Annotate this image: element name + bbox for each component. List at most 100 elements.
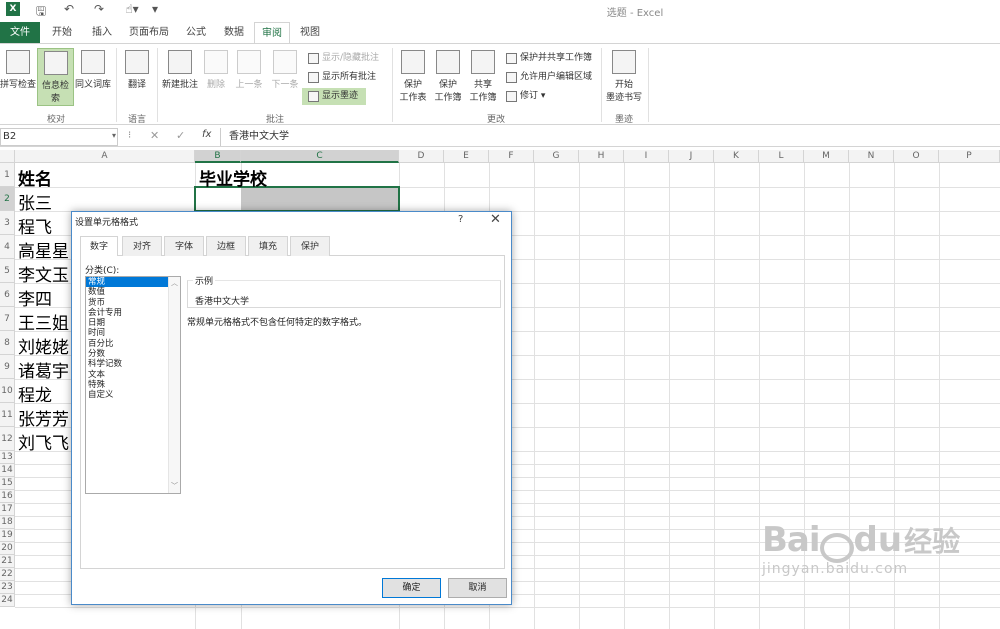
touch-mode-icon[interactable]: ☝▾ (122, 2, 142, 18)
row-header[interactable]: 5 (0, 259, 15, 283)
show-all-comments-button[interactable]: 显示所有批注 (306, 69, 388, 86)
column-header[interactable]: M (804, 150, 849, 163)
cell-a10[interactable]: 程龙 (18, 381, 52, 406)
category-item[interactable]: 分数 (86, 349, 168, 359)
row-header[interactable]: 20 (0, 542, 15, 555)
column-header[interactable]: O (894, 150, 939, 163)
column-header[interactable]: P (939, 150, 1000, 163)
name-box[interactable]: B2 (0, 128, 118, 146)
cancel-button[interactable]: 取消 (448, 578, 507, 598)
row-header[interactable]: 14 (0, 464, 15, 477)
tab-font[interactable]: 字体 (164, 236, 204, 256)
research-button[interactable]: 信息检索 (37, 48, 74, 106)
row-header[interactable]: 2 (0, 187, 15, 211)
column-header[interactable]: D (399, 150, 444, 163)
tab-formulas[interactable]: 公式 (178, 22, 214, 44)
row-header[interactable]: 11 (0, 403, 15, 427)
category-item[interactable]: 自定义 (86, 390, 168, 400)
row-header[interactable]: 23 (0, 581, 15, 594)
cell-a11[interactable]: 张芳芳 (18, 405, 69, 430)
column-header[interactable]: J (669, 150, 714, 163)
row-header[interactable]: 19 (0, 529, 15, 542)
row-header[interactable]: 24 (0, 594, 15, 607)
row-header[interactable]: 16 (0, 490, 15, 503)
category-item[interactable]: 文本 (86, 370, 168, 380)
scroll-down-icon[interactable]: ﹀ (171, 481, 178, 491)
tab-review[interactable]: 审阅 (254, 22, 290, 44)
tab-home[interactable]: 开始 (44, 22, 80, 44)
translate-button[interactable]: 翻译 (120, 48, 154, 106)
category-item[interactable]: 常规 (86, 277, 168, 288)
insert-function-icon[interactable]: fx (202, 129, 211, 140)
column-header[interactable]: F (489, 150, 534, 163)
column-header[interactable]: G (534, 150, 579, 163)
tab-number[interactable]: 数字 (80, 236, 118, 257)
column-header[interactable]: L (759, 150, 804, 163)
undo-icon[interactable]: ↶ (62, 2, 76, 18)
column-header[interactable]: N (849, 150, 894, 163)
cell-a1[interactable]: 姓名 (18, 165, 52, 190)
category-item[interactable]: 百分比 (86, 339, 168, 349)
previous-comment-button[interactable]: 上一条 (232, 48, 266, 106)
delete-comment-button[interactable]: 删除 (202, 48, 230, 106)
category-item[interactable]: 时间 (86, 328, 168, 338)
protect-workbook-button[interactable]: 保护 工作簿 (431, 48, 465, 106)
column-header[interactable]: H (579, 150, 624, 163)
row-header[interactable]: 21 (0, 555, 15, 568)
cell-b1[interactable]: 毕业学校 (199, 165, 267, 190)
cell-a7[interactable]: 王三姐 (18, 309, 69, 334)
row-header[interactable]: 10 (0, 379, 15, 403)
formula-input[interactable]: 香港中文大学 (220, 128, 1000, 146)
cell-a4[interactable]: 高星星 (18, 237, 69, 262)
protect-share-workbook-button[interactable]: 保护并共享工作簿 (504, 50, 596, 67)
tab-fill[interactable]: 填充 (248, 236, 288, 256)
tab-insert[interactable]: 插入 (84, 22, 120, 44)
tab-data[interactable]: 数据 (218, 22, 250, 44)
category-item[interactable]: 特殊 (86, 380, 168, 390)
allow-edit-ranges-button[interactable]: 允许用户编辑区域 (504, 69, 596, 86)
row-header[interactable]: 18 (0, 516, 15, 529)
cell-a12[interactable]: 刘飞飞 (18, 429, 69, 454)
customize-qat-icon[interactable]: ▾ (150, 2, 160, 18)
category-item[interactable]: 日期 (86, 318, 168, 328)
name-box-dropdown-icon[interactable]: ▾ (112, 131, 116, 140)
tab-protection[interactable]: 保护 (290, 236, 330, 256)
category-item[interactable]: 科学记数 (86, 359, 168, 369)
category-item[interactable]: 数值 (86, 287, 168, 297)
column-header[interactable]: A (15, 150, 195, 163)
cancel-icon[interactable]: ✕ (150, 129, 159, 142)
cell-a2[interactable]: 张三 (18, 189, 52, 214)
share-workbook-button[interactable]: 共享 工作簿 (466, 48, 500, 106)
cell-a8[interactable]: 刘姥姥 (18, 333, 69, 358)
ok-button[interactable]: 确定 (382, 578, 441, 598)
save-icon[interactable]: 🖫 (34, 2, 48, 18)
category-list[interactable]: 常规 数值 货币 会计专用 日期 时间 百分比 分数 科学记数 文本 特殊 自定… (85, 276, 181, 494)
enter-icon[interactable]: ✓ (176, 129, 185, 142)
close-icon[interactable]: ✕ (490, 212, 501, 227)
tab-border[interactable]: 边框 (206, 236, 246, 256)
cell-a9[interactable]: 诸葛宇 (18, 357, 69, 382)
tab-file[interactable]: 文件 (0, 22, 40, 44)
row-header[interactable]: 6 (0, 283, 15, 307)
next-comment-button[interactable]: 下一条 (268, 48, 302, 106)
cell-a6[interactable]: 李四 (18, 285, 52, 310)
show-hide-comment-button[interactable]: 显示/隐藏批注 (306, 50, 388, 67)
row-header[interactable]: 3 (0, 211, 15, 235)
row-header[interactable]: 12 (0, 427, 15, 451)
row-header[interactable]: 22 (0, 568, 15, 581)
redo-icon[interactable]: ↷ (92, 2, 106, 18)
track-changes-button[interactable]: 修订 ▾ (504, 88, 564, 105)
row-header[interactable]: 8 (0, 331, 15, 355)
category-item[interactable]: 货币 (86, 298, 168, 308)
show-ink-button[interactable]: 显示墨迹 (302, 88, 366, 105)
row-header[interactable]: 7 (0, 307, 15, 331)
row-header[interactable]: 15 (0, 477, 15, 490)
thesaurus-button[interactable]: 同义词库 (75, 48, 111, 106)
spell-check-button[interactable]: 拼写检查 (0, 48, 36, 106)
help-button[interactable]: ? (458, 214, 463, 225)
row-header[interactable]: 17 (0, 503, 15, 516)
category-scrollbar[interactable]: ︿ ﹀ (168, 277, 180, 493)
row-header[interactable]: 4 (0, 235, 15, 259)
tab-page-layout[interactable]: 页面布局 (124, 22, 174, 44)
column-header[interactable]: K (714, 150, 759, 163)
